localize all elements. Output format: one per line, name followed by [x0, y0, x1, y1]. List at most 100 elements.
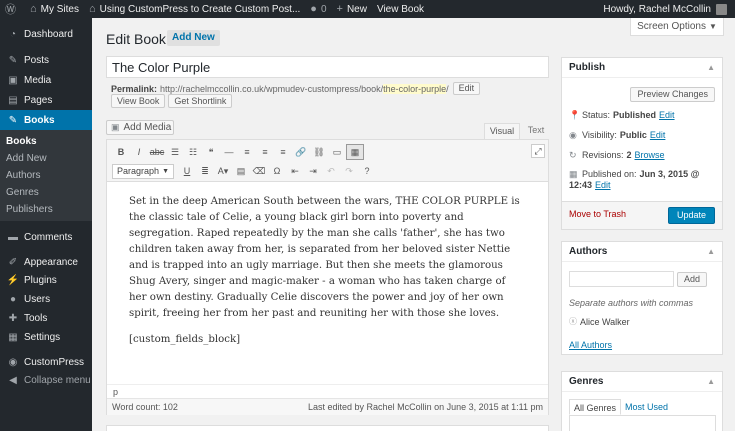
- browse-revisions-link[interactable]: Browse: [635, 150, 665, 160]
- submenu-add-new[interactable]: Add New: [0, 150, 92, 167]
- tab-all-genres[interactable]: All Genres: [569, 399, 622, 415]
- plus-icon: +: [336, 3, 343, 15]
- permalink-buttons: View Book Get Shortlink: [111, 94, 233, 108]
- bold-icon[interactable]: B: [112, 144, 130, 160]
- clear-formatting-icon[interactable]: ⌫: [250, 163, 268, 179]
- authors-box-header[interactable]: Authors ▲: [562, 242, 722, 262]
- view-book-button[interactable]: View Book: [111, 94, 166, 108]
- get-shortlink-button[interactable]: Get Shortlink: [168, 94, 233, 108]
- align-right-icon[interactable]: ≡: [274, 144, 292, 160]
- submenu-books[interactable]: Books: [0, 133, 92, 150]
- custompress-icon: ◉: [8, 356, 18, 368]
- paste-text-icon[interactable]: ▤: [232, 163, 250, 179]
- permalink-slug[interactable]: the-color-purple: [383, 83, 447, 94]
- collapse-arrow-icon[interactable]: ▲: [707, 377, 715, 386]
- link-icon[interactable]: 🔗: [292, 144, 310, 160]
- submenu-publishers[interactable]: Publishers: [0, 201, 92, 218]
- my-sites-menu[interactable]: ⌂ My Sites: [25, 0, 84, 18]
- pin-icon: 📍: [569, 110, 581, 120]
- genre-checklist: [569, 415, 716, 431]
- menu-pages[interactable]: ▤ Pages: [0, 90, 92, 110]
- collapse-arrow-icon[interactable]: ▲: [707, 63, 715, 72]
- element-path: p: [107, 384, 548, 398]
- menu-plugins[interactable]: ⚡ Plugins: [0, 271, 92, 290]
- wordpress-icon: Ⓦ: [5, 4, 16, 16]
- calendar-icon: ▦: [569, 169, 578, 179]
- help-icon[interactable]: ?: [358, 163, 376, 179]
- chevron-down-icon: ▼: [709, 22, 717, 31]
- account-menu[interactable]: Howdy, Rachel McCollin: [598, 0, 735, 18]
- numbered-list-icon[interactable]: ☷: [184, 144, 202, 160]
- edit-visibility-link[interactable]: Edit: [650, 130, 666, 140]
- wp-logo-menu[interactable]: Ⓦ: [0, 0, 25, 18]
- menu-custompress[interactable]: ◉ CustomPress: [0, 353, 92, 371]
- author-tag: ⓧ Alice Walker: [569, 316, 630, 327]
- new-content-menu[interactable]: + New: [332, 0, 372, 18]
- fullscreen-icon[interactable]: ⤢: [531, 144, 545, 158]
- toolbar-toggle-icon[interactable]: ▦: [346, 144, 364, 160]
- menu-books[interactable]: ✎ Books: [0, 110, 92, 130]
- underline-icon[interactable]: U: [178, 163, 196, 179]
- screen-options-button[interactable]: Screen Options ▼: [630, 18, 724, 36]
- menu-appearance[interactable]: ✐ Appearance: [0, 253, 92, 271]
- submenu-genres[interactable]: Genres: [0, 184, 92, 201]
- add-media-button[interactable]: ▣ Add Media: [106, 120, 174, 135]
- update-button[interactable]: Update: [667, 207, 715, 224]
- undo-icon[interactable]: ↶: [322, 163, 340, 179]
- permalink-base[interactable]: http://rachelmccollin.co.uk/wpmudev-cust…: [160, 84, 383, 94]
- format-select[interactable]: Paragraph ▼: [112, 163, 174, 179]
- books-submenu: Books Add New Authors Genres Publishers: [0, 130, 92, 221]
- menu-media[interactable]: ▣ Media: [0, 70, 92, 90]
- move-to-trash-link[interactable]: Move to Trash: [569, 209, 626, 219]
- strikethrough-icon[interactable]: abc: [148, 144, 166, 160]
- publish-box-header[interactable]: Publish ▲: [562, 58, 722, 78]
- comments-menu[interactable]: ● 0: [305, 0, 331, 18]
- admin-bar: Ⓦ ⌂ My Sites ⌂ Using CustomPress to Create…: [0, 0, 735, 18]
- comment-icon: ▬: [8, 231, 18, 243]
- align-center-icon[interactable]: ≡: [256, 144, 274, 160]
- outdent-icon[interactable]: ⇤: [286, 163, 304, 179]
- edit-status-link[interactable]: Edit: [659, 110, 675, 120]
- italic-icon[interactable]: I: [130, 144, 148, 160]
- preview-changes-button[interactable]: Preview Changes: [630, 87, 715, 102]
- genres-box-header[interactable]: Genres ▲: [562, 372, 722, 392]
- all-authors-link[interactable]: All Authors: [569, 340, 612, 350]
- collapse-arrow-icon[interactable]: ▲: [707, 247, 715, 256]
- edit-date-link[interactable]: Edit: [595, 180, 611, 190]
- add-author-button[interactable]: Add: [677, 272, 708, 287]
- edit-permalink-button[interactable]: Edit: [452, 82, 481, 95]
- new-author-input[interactable]: [569, 271, 674, 287]
- menu-posts[interactable]: ✎ Posts: [0, 50, 92, 70]
- blockquote-icon[interactable]: ❝: [202, 144, 220, 160]
- tab-most-used[interactable]: Most Used: [621, 399, 672, 415]
- menu-comments[interactable]: ▬ Comments: [0, 227, 92, 247]
- remove-tag-icon[interactable]: ⓧ: [569, 316, 577, 327]
- menu-dashboard[interactable]: ◔ Dashboard: [0, 24, 92, 44]
- settings-icon: ▦: [8, 332, 18, 343]
- view-book-link[interactable]: View Book: [372, 0, 429, 18]
- menu-users[interactable]: ● Users: [0, 290, 92, 309]
- indent-icon[interactable]: ⇥: [304, 163, 322, 179]
- menu-settings[interactable]: ▦ Settings: [0, 328, 92, 347]
- page-title: Edit Book: [106, 31, 166, 47]
- special-character-icon[interactable]: Ω: [268, 163, 286, 179]
- justify-icon[interactable]: ≣: [196, 163, 214, 179]
- tab-visual[interactable]: Visual: [484, 123, 520, 139]
- editor-content[interactable]: Set in the deep American South between t…: [107, 182, 548, 382]
- text-color-icon[interactable]: A▾: [214, 163, 232, 179]
- read-more-icon[interactable]: ▭: [328, 144, 346, 160]
- redo-icon[interactable]: ↷: [340, 163, 358, 179]
- add-new-button[interactable]: Add New: [167, 30, 220, 46]
- menu-tools[interactable]: ✚ Tools: [0, 309, 92, 328]
- comment-icon: ●: [310, 3, 317, 15]
- dashboard-icon: ◔: [9, 28, 17, 40]
- tab-text[interactable]: Text: [522, 123, 550, 139]
- unlink-icon[interactable]: ⛓: [310, 144, 328, 160]
- site-name-menu[interactable]: ⌂ Using CustomPress to Create Custom Post…: [84, 0, 305, 18]
- horizontal-line-icon[interactable]: —: [220, 144, 238, 160]
- align-left-icon[interactable]: ≡: [238, 144, 256, 160]
- collapse-menu-button[interactable]: ◀ Collapse menu: [0, 371, 92, 389]
- title-input[interactable]: The Color Purple: [106, 56, 549, 78]
- submenu-authors[interactable]: Authors: [0, 167, 92, 184]
- bulleted-list-icon[interactable]: ☰: [166, 144, 184, 160]
